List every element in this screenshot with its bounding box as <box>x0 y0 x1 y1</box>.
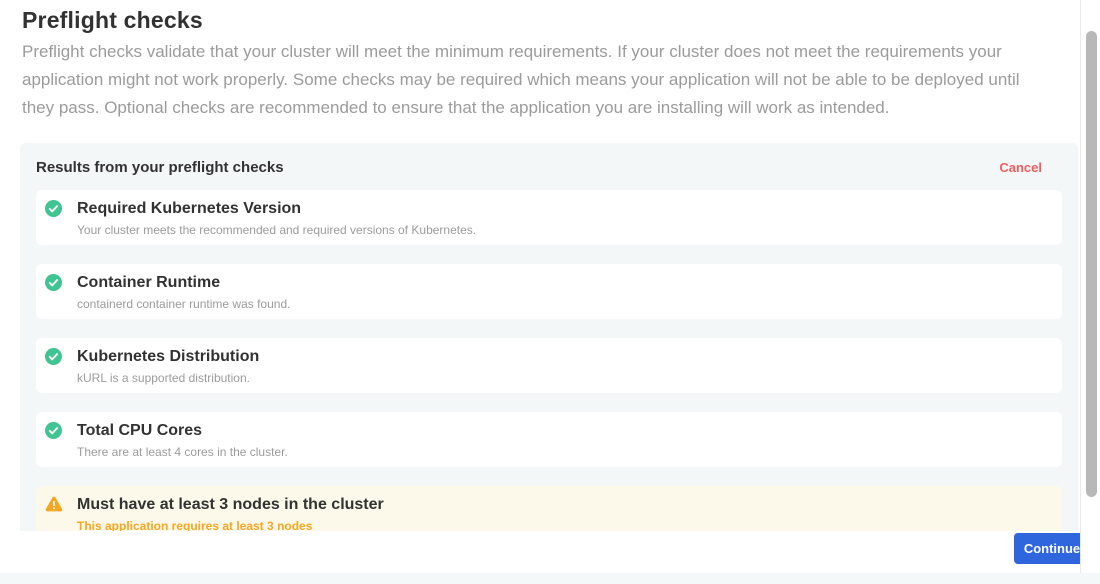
panel-title: Results from your preflight checks <box>36 159 284 176</box>
check-title: Required Kubernetes Version <box>77 200 1050 218</box>
preflight-results-panel: Results from your preflight checks Cance… <box>20 143 1078 531</box>
check-title: Kubernetes Distribution <box>77 348 1050 366</box>
check-message: There are at least 4 cores in the cluste… <box>77 446 1050 459</box>
next-section-strip <box>0 573 1100 584</box>
warning-icon <box>45 496 62 513</box>
success-icon <box>45 348 62 365</box>
cancel-link[interactable]: Cancel <box>999 160 1042 175</box>
check-title: Container Runtime <box>77 274 1050 292</box>
success-icon <box>45 200 62 217</box>
check-title: Total CPU Cores <box>77 422 1050 440</box>
success-icon <box>45 422 62 439</box>
check-message: Your cluster meets the recommended and r… <box>77 224 1050 237</box>
scrollbar-track[interactable] <box>1080 0 1100 573</box>
preflight-check-item: Kubernetes Distribution kURL is a suppor… <box>36 338 1062 393</box>
check-title: Must have at least 3 nodes in the cluste… <box>77 496 1050 514</box>
preflight-check-item: Must have at least 3 nodes in the cluste… <box>36 486 1062 531</box>
preflight-check-item: Total CPU Cores There are at least 4 cor… <box>36 412 1062 467</box>
preflight-check-item: Container Runtime containerd container r… <box>36 264 1062 319</box>
page-title: Preflight checks <box>22 7 203 34</box>
preflight-check-item: Required Kubernetes Version Your cluster… <box>36 190 1062 245</box>
check-list: Required Kubernetes Version Your cluster… <box>36 190 1062 531</box>
page-description-line: Preflight checks validate that your clus… <box>22 38 1020 66</box>
check-message: This application requires at least 3 nod… <box>77 520 1050 531</box>
continue-button[interactable]: Continue <box>1014 533 1090 564</box>
scrollbar-thumb[interactable] <box>1086 31 1097 497</box>
page-description-line: application might not work properly. Som… <box>22 66 1020 94</box>
page-description-line: they pass. Optional checks are recommend… <box>22 94 1020 122</box>
check-message: containerd container runtime was found. <box>77 298 1050 311</box>
check-message: kURL is a supported distribution. <box>77 372 1050 385</box>
panel-header-row: Results from your preflight checks Cance… <box>20 143 1078 176</box>
footer-bar: Continue <box>0 531 1100 573</box>
page-description: Preflight checks validate that your clus… <box>22 38 1020 122</box>
success-icon <box>45 274 62 291</box>
